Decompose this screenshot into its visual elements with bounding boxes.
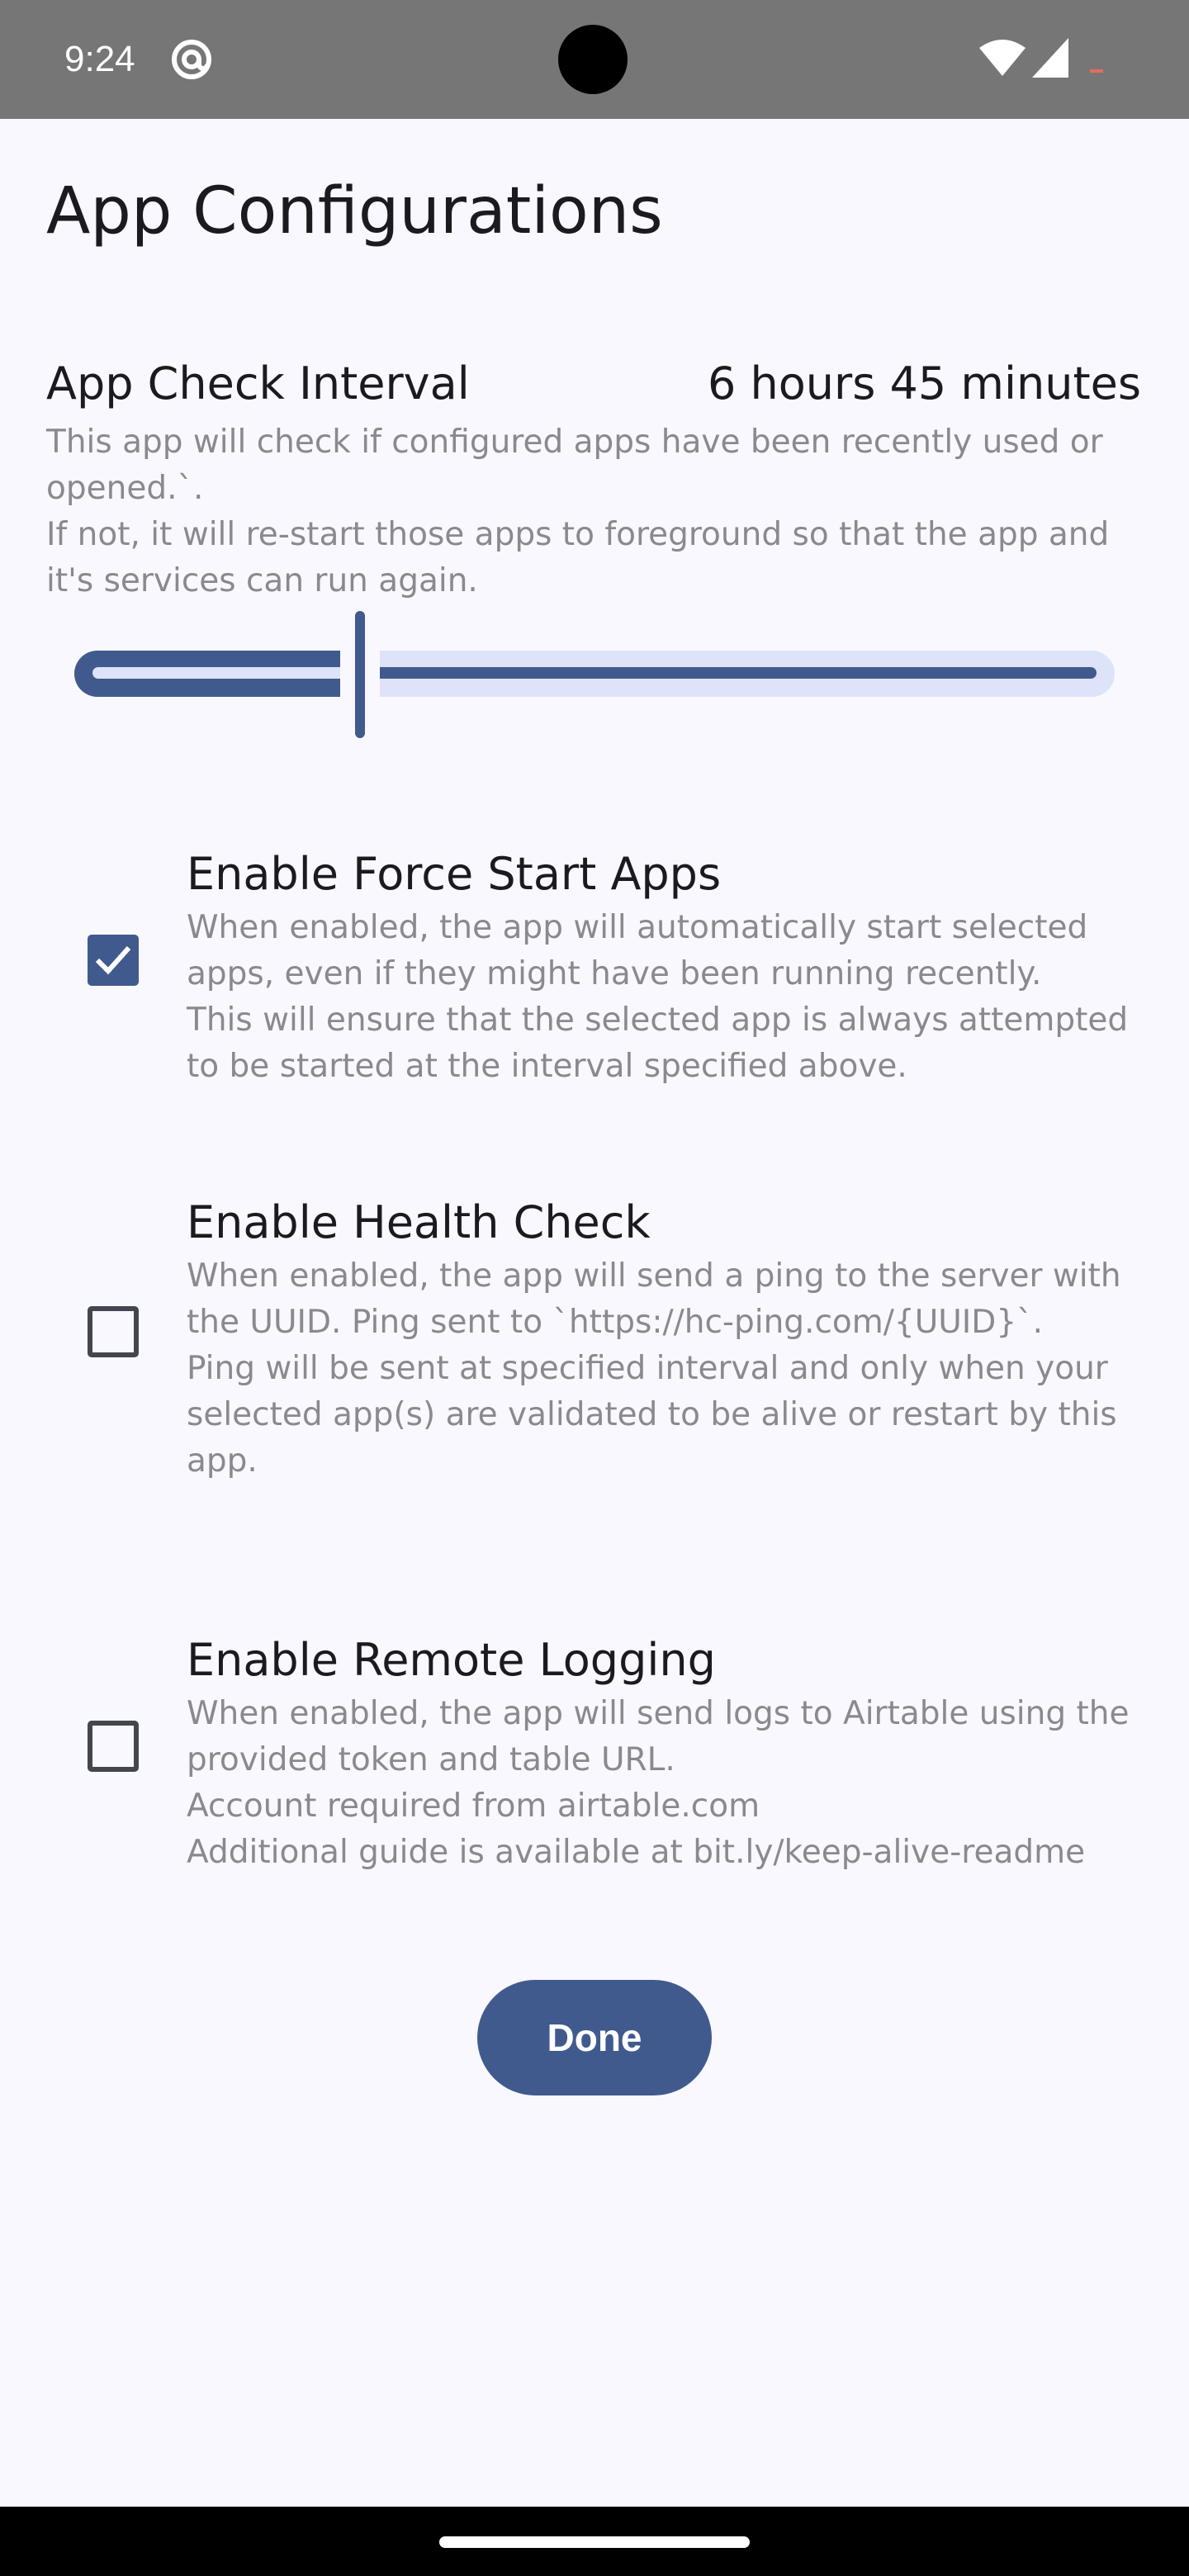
option-description: When enabled, the app will automatically… xyxy=(187,905,1153,1090)
signal-icon xyxy=(1032,38,1068,78)
health-check-checkbox[interactable] xyxy=(88,1306,139,1357)
option-description-line: When enabled, the app will automatically… xyxy=(187,909,1088,992)
option-description-line: When enabled, the app will send logs to … xyxy=(187,1695,1130,1778)
interval-value: 6 hours 45 minutes xyxy=(708,358,1141,410)
force-start-checkbox[interactable] xyxy=(88,935,139,986)
interval-description-line: This app will check if configured apps h… xyxy=(46,424,1103,507)
interval-description: This app will check if configured apps h… xyxy=(46,419,1144,604)
navigation-bar xyxy=(0,2507,1189,2576)
option-title: Enable Health Check xyxy=(187,1196,651,1248)
status-time: 9:24 xyxy=(64,39,135,79)
slider-thumb[interactable] xyxy=(355,611,365,738)
interval-label: App Check Interval xyxy=(46,358,470,410)
status-bar: 9:24 xyxy=(0,0,1189,119)
option-description-line: This will ensure that the selected app i… xyxy=(187,1002,1129,1085)
page-title: App Configurations xyxy=(46,174,663,249)
wifi-icon xyxy=(979,40,1026,76)
option-description-line: Ping will be sent at specified interval … xyxy=(187,1350,1117,1480)
home-gesture-handle[interactable] xyxy=(439,2536,750,2548)
option-description: When enabled, the app will send logs to … xyxy=(187,1691,1153,1876)
slider-inactive-track xyxy=(380,651,1115,697)
option-title: Enable Remote Logging xyxy=(187,1634,716,1686)
interval-description-line: If not, it will re-start those apps to f… xyxy=(46,516,1110,599)
option-description: When enabled, the app will send a ping t… xyxy=(187,1253,1153,1485)
option-description-line: Additional guide is available at bit.ly/… xyxy=(187,1834,1086,1871)
camera-cutout xyxy=(558,25,628,94)
option-description-line: When enabled, the app will send a ping t… xyxy=(187,1257,1121,1341)
slider-active-track xyxy=(74,651,340,697)
interval-slider[interactable] xyxy=(74,611,1115,743)
done-button[interactable]: Done xyxy=(477,1980,712,2095)
option-description-line: Account required from airtable.com xyxy=(187,1788,760,1825)
remote-logging-checkbox[interactable] xyxy=(88,1721,139,1772)
check-icon xyxy=(95,946,131,975)
at-sign-icon xyxy=(172,40,211,79)
battery-icon xyxy=(1090,69,1103,73)
option-title: Enable Force Start Apps xyxy=(187,848,722,900)
